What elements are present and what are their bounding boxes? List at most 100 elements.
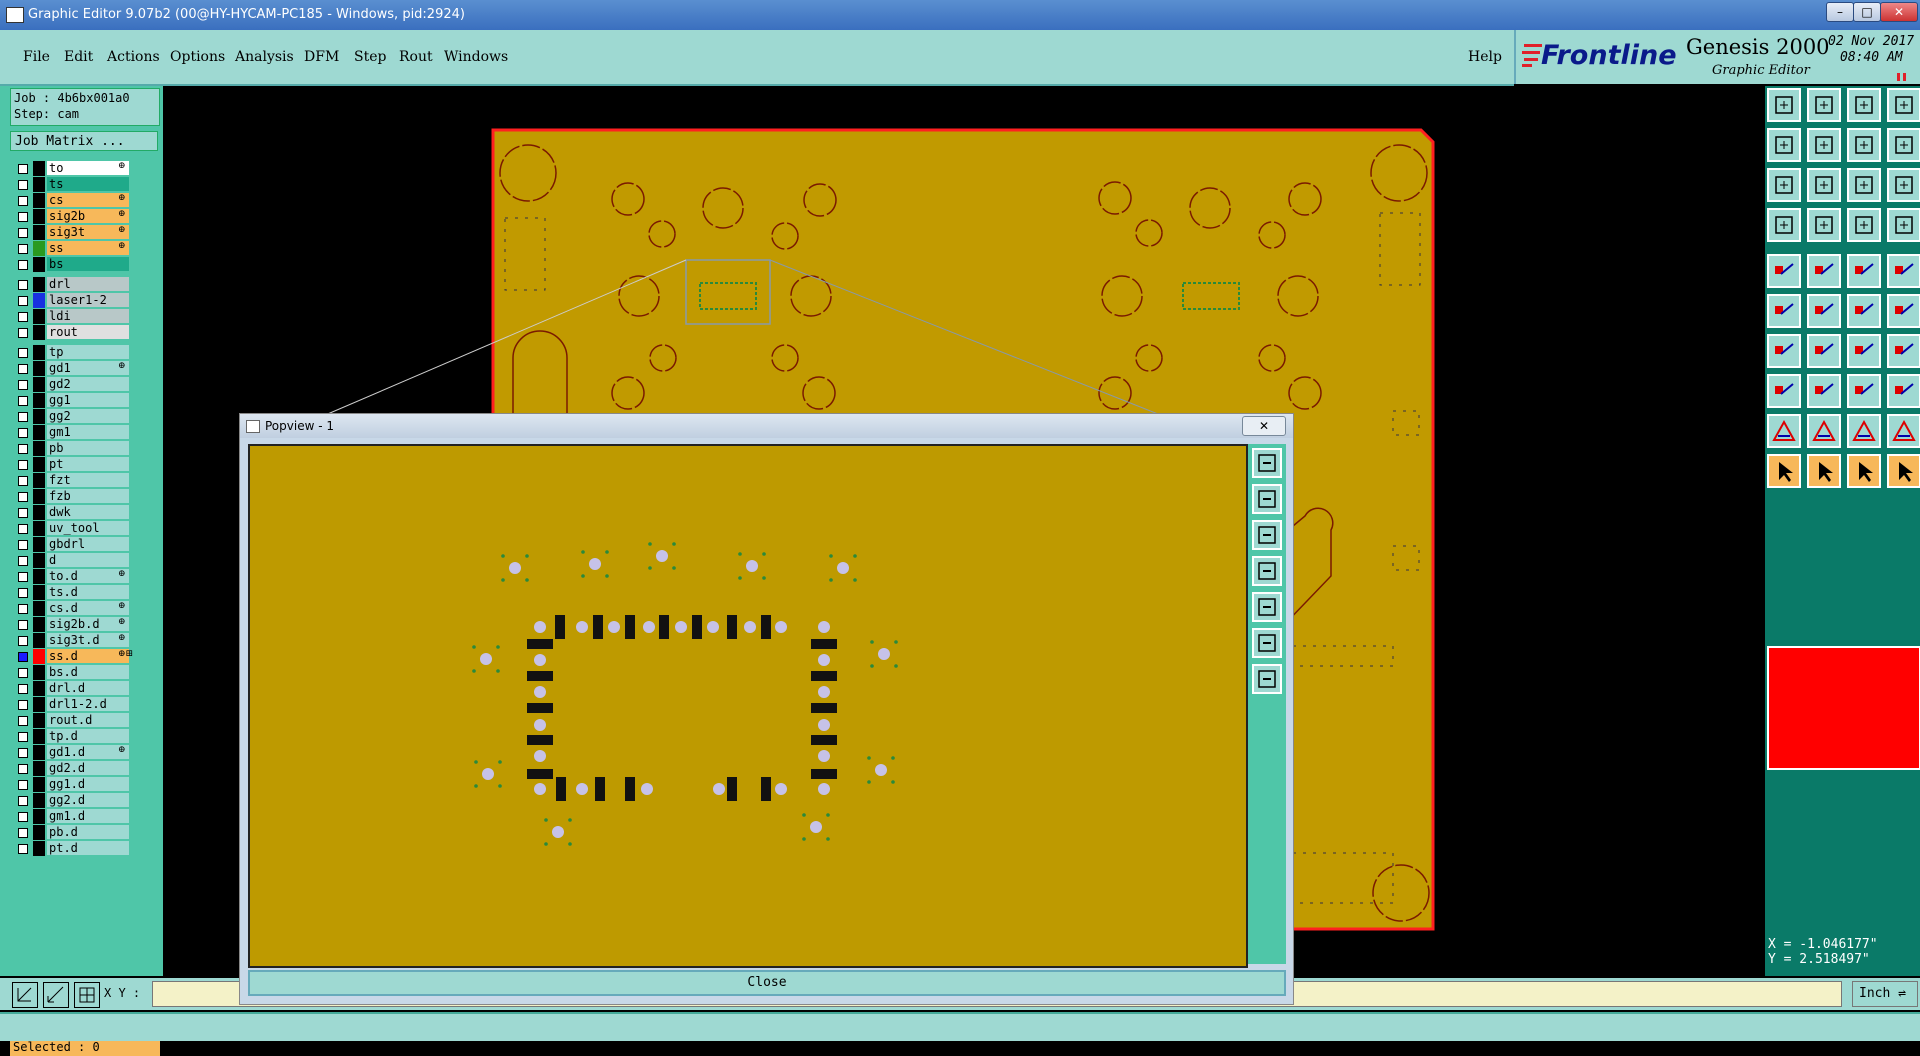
layer-checkbox[interactable] bbox=[18, 196, 28, 206]
layer-checkbox[interactable] bbox=[18, 280, 28, 290]
layer-checkbox[interactable] bbox=[18, 348, 28, 358]
layer-color-swatch[interactable] bbox=[33, 409, 45, 424]
pointer-3-icon[interactable] bbox=[1847, 454, 1881, 488]
layer-checkbox[interactable] bbox=[18, 556, 28, 566]
layer-name[interactable]: pb.d bbox=[47, 825, 129, 839]
menu-help[interactable]: Help bbox=[1468, 49, 1502, 65]
layer-color-swatch[interactable] bbox=[33, 225, 45, 240]
layer-color-swatch[interactable] bbox=[33, 745, 45, 760]
layer-name[interactable]: pb bbox=[47, 441, 129, 455]
layer-name[interactable]: pt.d bbox=[47, 841, 129, 855]
layer-name[interactable]: gg2.d bbox=[47, 793, 129, 807]
layer-name[interactable]: sig3t.d bbox=[47, 633, 129, 647]
scale-1-1-icon[interactable] bbox=[1847, 168, 1881, 202]
layer-color-swatch[interactable] bbox=[33, 489, 45, 504]
layer-row-tp[interactable]: tp bbox=[12, 345, 134, 360]
pointer-2-icon[interactable] bbox=[1807, 454, 1841, 488]
layer-row-cs[interactable]: cs ⊕ bbox=[12, 193, 134, 208]
layer-name[interactable]: uv_tool bbox=[47, 521, 129, 535]
layer-checkbox[interactable] bbox=[18, 444, 28, 454]
layer-row-gg2.d[interactable]: gg2.d bbox=[12, 793, 134, 808]
cut-line-icon[interactable] bbox=[1807, 374, 1841, 408]
layer-checkbox[interactable] bbox=[18, 636, 28, 646]
layer-checkbox[interactable] bbox=[18, 380, 28, 390]
layer-checkbox[interactable] bbox=[18, 428, 28, 438]
job-matrix-button[interactable]: Job Matrix ... bbox=[10, 131, 158, 151]
net-select-icon[interactable] bbox=[1847, 208, 1881, 242]
maximize-button[interactable]: □ bbox=[1853, 2, 1881, 22]
layer-checkbox[interactable] bbox=[18, 652, 28, 662]
layer-color-swatch[interactable] bbox=[33, 309, 45, 324]
layer-row-drl1-2.d[interactable]: drl1-2.d bbox=[12, 697, 134, 712]
layer-checkbox[interactable] bbox=[18, 296, 28, 306]
triangle-4-icon[interactable] bbox=[1887, 414, 1920, 448]
menu-dfm[interactable]: DFM bbox=[304, 49, 339, 65]
snap-icon[interactable] bbox=[1887, 128, 1920, 162]
layer-color-swatch[interactable] bbox=[33, 761, 45, 776]
layer-checkbox[interactable] bbox=[18, 764, 28, 774]
layer-color-swatch[interactable] bbox=[33, 521, 45, 536]
layer-row-gd2.d[interactable]: gd2.d bbox=[12, 761, 134, 776]
layer-checkbox[interactable] bbox=[18, 180, 28, 190]
layer-color-swatch[interactable] bbox=[33, 257, 45, 272]
zoom-actual-icon[interactable] bbox=[1847, 128, 1881, 162]
layer-color-swatch[interactable] bbox=[33, 649, 45, 664]
layer-color-swatch[interactable] bbox=[33, 809, 45, 824]
layer-name[interactable]: dwk bbox=[47, 505, 129, 519]
layer-name[interactable]: sig2b bbox=[47, 209, 129, 223]
layer-color-swatch[interactable] bbox=[33, 553, 45, 568]
layer-color-swatch[interactable] bbox=[33, 681, 45, 696]
pan-icon[interactable] bbox=[1252, 664, 1282, 694]
layer-color-swatch[interactable] bbox=[33, 665, 45, 680]
layer-name[interactable]: fzt bbox=[47, 473, 129, 487]
layer-row-ldi[interactable]: ldi bbox=[12, 309, 134, 324]
layer-checkbox[interactable] bbox=[18, 328, 28, 338]
layer-row-ts[interactable]: ts bbox=[12, 177, 134, 192]
zoom-right-icon[interactable] bbox=[1252, 592, 1282, 622]
add-pad-icon[interactable] bbox=[1767, 254, 1801, 288]
layer-color-swatch[interactable] bbox=[33, 293, 45, 308]
layer-row-ss.d[interactable]: ss.d ⊕⊞ bbox=[12, 649, 134, 664]
layer-name[interactable]: gd1.d bbox=[47, 745, 129, 759]
layer-color-swatch[interactable] bbox=[33, 177, 45, 192]
layer-checkbox[interactable] bbox=[18, 476, 28, 486]
layer-row-drl.d[interactable]: drl.d bbox=[12, 681, 134, 696]
minimize-button[interactable]: – bbox=[1826, 2, 1854, 22]
layer-color-swatch[interactable] bbox=[33, 209, 45, 224]
zoom-in-icon[interactable] bbox=[1252, 448, 1282, 478]
triangle-3-icon[interactable] bbox=[1847, 414, 1881, 448]
layer-name[interactable]: gm1.d bbox=[47, 809, 129, 823]
layer-checkbox[interactable] bbox=[18, 312, 28, 322]
home-icon[interactable] bbox=[1847, 88, 1881, 122]
layer-name[interactable]: gd1 bbox=[47, 361, 129, 375]
undo-view-icon[interactable] bbox=[1767, 128, 1801, 162]
layer-row-d[interactable]: d bbox=[12, 553, 134, 568]
menu-rout[interactable]: Rout bbox=[399, 49, 433, 65]
layer-name[interactable]: ss bbox=[47, 241, 129, 255]
arc-tool-icon[interactable] bbox=[1847, 334, 1881, 368]
unit-selector[interactable]: Inch ⇌ bbox=[1852, 981, 1918, 1007]
pan-icon[interactable] bbox=[1807, 168, 1841, 202]
layer-row-gd1[interactable]: gd1 ⊕ bbox=[12, 361, 134, 376]
pointer-4-icon[interactable] bbox=[1887, 454, 1920, 488]
layer-name[interactable]: rout.d bbox=[47, 713, 129, 727]
layer-row-gm1.d[interactable]: gm1.d bbox=[12, 809, 134, 824]
menu-windows[interactable]: Windows bbox=[444, 49, 508, 65]
layer-name[interactable]: gg1.d bbox=[47, 777, 129, 791]
layer-name[interactable]: ldi bbox=[47, 309, 129, 323]
layer-color-swatch[interactable] bbox=[33, 505, 45, 520]
layer-name[interactable]: tp bbox=[47, 345, 129, 359]
layer-row-laser1-2[interactable]: laser1-2 bbox=[12, 293, 134, 308]
popview-close-button[interactable]: Close bbox=[248, 970, 1286, 996]
close-icon[interactable]: ✕ bbox=[1880, 2, 1918, 22]
layer-color-swatch[interactable] bbox=[33, 777, 45, 792]
layer-name[interactable]: gbdrl bbox=[47, 537, 129, 551]
layer-checkbox[interactable] bbox=[18, 364, 28, 374]
layer-color-swatch[interactable] bbox=[33, 473, 45, 488]
graphic-window-icon[interactable] bbox=[1887, 88, 1920, 122]
layer-color-swatch[interactable] bbox=[33, 537, 45, 552]
menu-edit[interactable]: Edit bbox=[64, 49, 93, 65]
layer-name[interactable]: gd2 bbox=[47, 377, 129, 391]
layer-checkbox[interactable] bbox=[18, 524, 28, 534]
layer-row-sig2b.d[interactable]: sig2b.d ⊕ bbox=[12, 617, 134, 632]
